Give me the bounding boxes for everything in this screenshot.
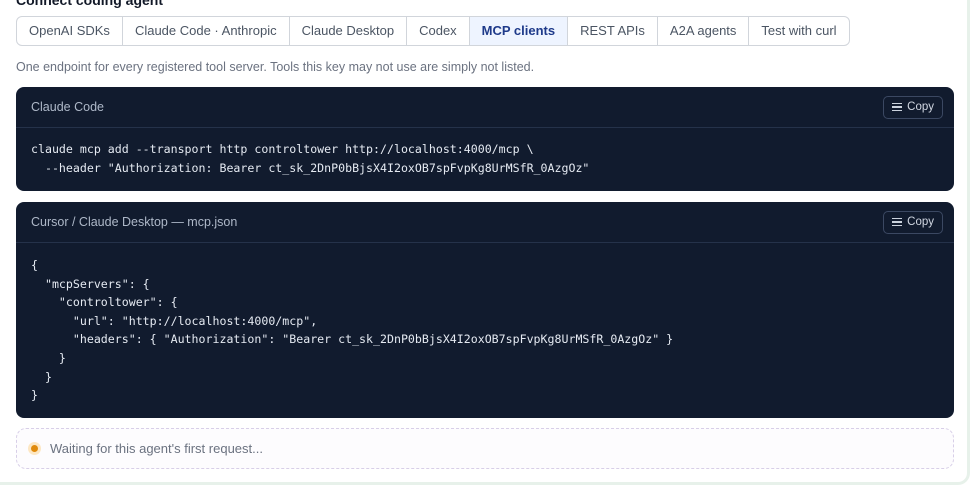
copy-button[interactable]: Copy	[883, 95, 943, 119]
code-snippet: claude mcp add --transport http controlt…	[31, 142, 590, 175]
tab-rest-apis[interactable]: REST APIs	[568, 17, 658, 45]
tab-mcp-clients[interactable]: MCP clients	[469, 17, 569, 45]
status-text: Waiting for this agent's first request..…	[50, 441, 263, 456]
copy-button-label: Copy	[907, 101, 934, 113]
tab-claude-code[interactable]: Claude Code · Anthropic	[123, 17, 290, 45]
tab-a2a-agents[interactable]: A2A agents	[658, 17, 750, 45]
waiting-status: Waiting for this agent's first request..…	[16, 428, 954, 469]
code-snippet: { "mcpServers": { "controltower": { "url…	[31, 258, 674, 403]
code-block-claude-code: Claude Code Copy claude mcp add --transp…	[16, 87, 954, 191]
tab-openai-sdks[interactable]: OpenAI SDKs	[17, 17, 123, 45]
copy-button[interactable]: Copy	[883, 210, 943, 234]
code-block-mcp-json: Cursor / Claude Desktop — mcp.json Copy …	[16, 202, 954, 418]
code-block-title: Cursor / Claude Desktop — mcp.json	[31, 215, 238, 229]
copy-button-label: Copy	[907, 216, 934, 228]
tab-codex[interactable]: Codex	[407, 17, 470, 45]
code-block-header: Claude Code Copy	[16, 87, 954, 128]
client-tabs: OpenAI SDKs Claude Code · Anthropic Clau…	[16, 16, 850, 46]
section-title: Connect coding agent	[16, 0, 163, 8]
status-indicator-icon	[28, 442, 41, 455]
tab-test-with-curl[interactable]: Test with curl	[749, 17, 848, 45]
list-icon	[892, 102, 903, 112]
list-icon	[892, 217, 903, 227]
tab-claude-desktop[interactable]: Claude Desktop	[290, 17, 408, 45]
code-block-header: Cursor / Claude Desktop — mcp.json Copy	[16, 202, 954, 243]
code-block-title: Claude Code	[31, 100, 104, 114]
description-text: One endpoint for every registered tool s…	[16, 60, 535, 74]
